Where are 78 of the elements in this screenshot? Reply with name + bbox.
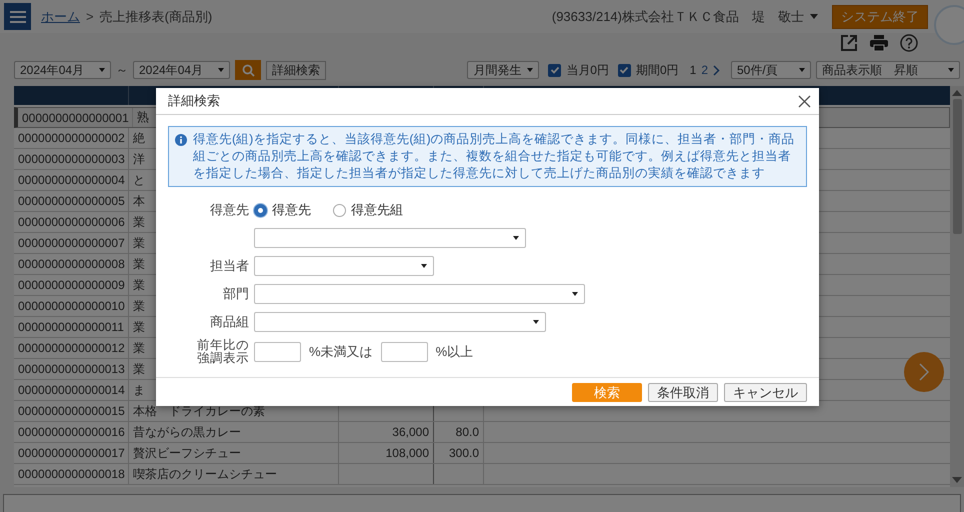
avatar[interactable] [934,5,964,45]
caret-icon[interactable] [810,14,818,19]
page-link[interactable]: 2 [701,63,708,77]
table-cell: 0000000000000002 [14,128,129,148]
table-cell: 喫茶店のクリームシチュー [129,464,339,484]
page-title: 売上推移表(商品別) [100,8,212,26]
table-cell: 昔ながらの黒カレー [129,422,339,442]
customer-select[interactable] [254,228,526,248]
breadcrumb-separator: > [86,9,94,24]
table-cell: 0000000000000017 [14,443,129,463]
detail-search-button[interactable]: 詳細検索 [266,60,326,80]
table-cell: 0000000000000005 [14,191,129,211]
range-separator: ～ [116,62,128,78]
export-icon[interactable] [840,34,858,52]
table-cell: 0000000000000012 [14,338,129,358]
unit-label: %以上 [436,342,474,360]
table-cell: 80.0 [456,425,479,439]
table-cell: 108,000 [386,446,429,460]
dialog-button[interactable]: キャンセル [724,382,807,402]
table-cell: 0000000000000015 [14,401,129,421]
table-row[interactable]: 0000000000000017 贅沢ビーフシチュー 108,000 300.0 [14,443,950,464]
scrollbar-thumb[interactable] [952,99,962,234]
month-select[interactable]: 2024年04月 [133,61,230,79]
user-name[interactable]: (93633/214)株式会社ＴＫＣ食品 堤 敬士 [552,8,804,26]
exit-button[interactable]: システム終了 [832,4,928,28]
arrow-down-icon[interactable] [952,477,962,483]
search-button[interactable] [235,60,261,80]
radio-button[interactable] [333,204,346,216]
table-cell: 0000000000000001 [18,108,133,127]
input-field[interactable] [254,342,301,362]
table-cell: 0000000000000016 [14,422,129,442]
per-page-select[interactable]: 50件/頁 [731,61,811,79]
month-select[interactable]: 2024年04月 [14,61,111,79]
period-select[interactable]: 月間発生 [467,61,540,79]
checkbox-label: 期間0円 [636,62,679,78]
table-cell: 0000000000000018 [14,464,129,484]
table-cell: 贅沢ビーフシチュー [129,443,339,463]
search-icon[interactable] [242,64,254,76]
table-cell: 0000000000000003 [14,149,129,169]
sort-select[interactable]: 商品表示順 昇順 [816,61,960,79]
close-icon[interactable] [798,94,811,108]
home-link[interactable]: ホーム [41,8,80,26]
table-cell: 0000000000000013 [14,359,129,379]
table-cell: 0000000000000009 [14,275,129,295]
search-button[interactable]: 検索 [572,382,642,402]
menu-button[interactable] [4,3,31,30]
print-icon[interactable] [870,35,888,51]
dialog-button[interactable]: 条件取消 [648,382,718,402]
checkbox[interactable] [618,64,631,76]
table-cell: 300.0 [448,446,479,460]
help-icon[interactable] [900,34,918,52]
arrow-up-icon[interactable] [952,90,962,96]
radio-label: 得意先組 [351,201,403,219]
dialog-title: 詳細検索 [168,92,220,110]
table-row[interactable]: 0000000000000018 喫茶店のクリームシチュー [14,464,950,485]
dropdown-field[interactable] [254,312,546,332]
checkbox-label: 当月0円 [566,62,609,78]
field-label: 担当者 [209,257,250,275]
input-field[interactable] [380,342,428,362]
next-button[interactable] [904,352,944,392]
table-cell: 36,000 [392,425,429,439]
chevron-right-icon[interactable] [713,64,720,76]
table-row[interactable]: 0000000000000016 昔ながらの黒カレー 36,000 80.0 [14,422,950,443]
checkbox[interactable] [548,64,562,76]
scrollbar[interactable] [950,86,964,487]
table-cell: 0000000000000006 [14,212,129,232]
table-cell: 0000000000000014 [14,380,129,400]
table-cell: 0000000000000008 [14,254,129,274]
table-cell: 0000000000000007 [14,233,129,253]
page-link[interactable]: 1 [690,63,696,77]
table-cell: 0000000000000010 [14,296,129,316]
info-icon [175,134,187,146]
table-cell: 0000000000000011 [14,317,129,337]
dropdown-field[interactable] [254,284,585,304]
table-cell: 0000000000000004 [14,170,129,190]
dropdown-field[interactable] [254,256,434,276]
radio-button[interactable] [254,204,267,216]
menu-icon[interactable] [10,10,26,24]
